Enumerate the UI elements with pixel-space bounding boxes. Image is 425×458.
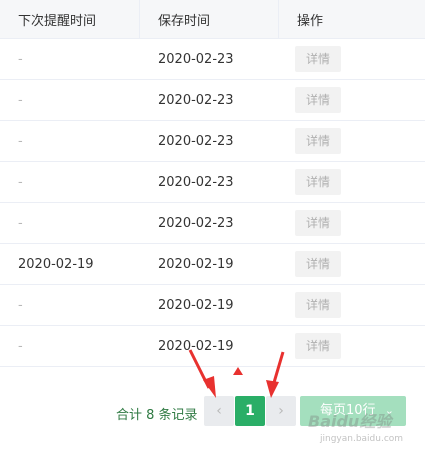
detail-button[interactable]: 详情 xyxy=(295,292,341,318)
chevron-left-icon: ‹ xyxy=(216,403,222,419)
pagination: 合计 8 条记录 ‹ 1 › 每页10行 ⌄ xyxy=(0,394,425,432)
table-row: - 2020-02-23 详情 xyxy=(0,203,425,244)
header-actions: 操作 xyxy=(297,13,324,29)
next-page-button[interactable]: › xyxy=(266,396,296,426)
header-saved-time: 保存时间 xyxy=(140,0,279,38)
cell-actions: 详情 xyxy=(279,162,425,202)
cell-next-remind-time: - xyxy=(18,51,23,67)
cell-actions: 详情 xyxy=(279,326,425,366)
table-row: - 2020-02-19 详情 xyxy=(0,285,425,326)
prev-page-button[interactable]: ‹ xyxy=(204,396,234,426)
cell-saved-time: 2020-02-19 xyxy=(158,256,234,272)
detail-button[interactable]: 详情 xyxy=(295,210,341,236)
cell-next-remind-time: - xyxy=(18,133,23,149)
cell-actions: 详情 xyxy=(279,80,425,120)
cell-actions: 详情 xyxy=(279,203,425,243)
detail-button[interactable]: 详情 xyxy=(295,169,341,195)
cell-next-remind-time: - xyxy=(18,215,23,231)
cell-actions: 详情 xyxy=(279,285,425,325)
header-next-remind-time: 下次提醒时间 xyxy=(0,0,140,38)
detail-button[interactable]: 详情 xyxy=(295,46,341,72)
cell-actions: 详情 xyxy=(279,39,425,79)
page-size-select[interactable]: 每页10行 ⌄ xyxy=(300,396,406,426)
total-records: 合计 8 条记录 xyxy=(116,408,198,423)
table-row: - 2020-02-23 详情 xyxy=(0,162,425,203)
table-row: - 2020-02-23 详情 xyxy=(0,80,425,121)
page-number-button[interactable]: 1 xyxy=(235,396,265,426)
cell-next-remind-time: - xyxy=(18,338,23,354)
table-body: -2020-02-23 详情 -2020-02-23 详情 -2020-02-23 详情 -… xyxy=(0,39,425,367)
cell-saved-time: 2020-02-23 xyxy=(158,92,234,108)
cell-saved-time: 2020-02-23 xyxy=(158,215,234,231)
cell-saved-time: 2020-02-23 xyxy=(158,51,234,67)
table-header: 下次提醒时间 保存时间 操作 xyxy=(0,0,425,39)
records-table: 下次提醒时间 保存时间 操作 - 2020-02-23 详情 - 2020-02-23 详… xyxy=(0,0,425,367)
detail-button[interactable]: 详情 xyxy=(295,333,341,359)
cell-next-remind-time: - xyxy=(18,92,23,108)
cell-saved-time: 2020-02-23 xyxy=(158,174,234,190)
annotation-marker xyxy=(233,367,243,375)
table-row: - 2020-02-23 详情 xyxy=(0,121,425,162)
cell-saved-time: 2020-02-23 xyxy=(158,133,234,149)
watermark-url: jingyan.baidu.com xyxy=(320,434,404,444)
records-page: 下次提醒时间 保存时间 操作 - 2020-02-23 详情 - 2020-02-23 详… xyxy=(0,0,425,458)
table-row: - 2020-02-23 详情 xyxy=(0,39,425,80)
cell-next-remind-time: - xyxy=(18,174,23,190)
detail-button[interactable]: 详情 xyxy=(295,128,341,154)
cell-actions: 详情 xyxy=(279,121,425,161)
cell-actions: 详情 xyxy=(279,244,425,284)
page-size-label: 每页10行 xyxy=(320,403,376,418)
detail-button[interactable]: 详情 xyxy=(295,251,341,277)
cell-saved-time: 2020-02-19 xyxy=(158,338,234,354)
chevron-right-icon: › xyxy=(278,403,284,419)
cell-next-remind-time: - xyxy=(18,297,23,313)
detail-button[interactable]: 详情 xyxy=(295,87,341,113)
table-row: - 2020-02-19 详情 xyxy=(0,326,425,367)
table-row: 2020-02-19 2020-02-19 详情 xyxy=(0,244,425,285)
cell-next-remind-time: 2020-02-19 xyxy=(18,256,94,272)
cell-saved-time: 2020-02-19 xyxy=(158,297,234,313)
chevron-down-icon: ⌄ xyxy=(384,404,394,417)
